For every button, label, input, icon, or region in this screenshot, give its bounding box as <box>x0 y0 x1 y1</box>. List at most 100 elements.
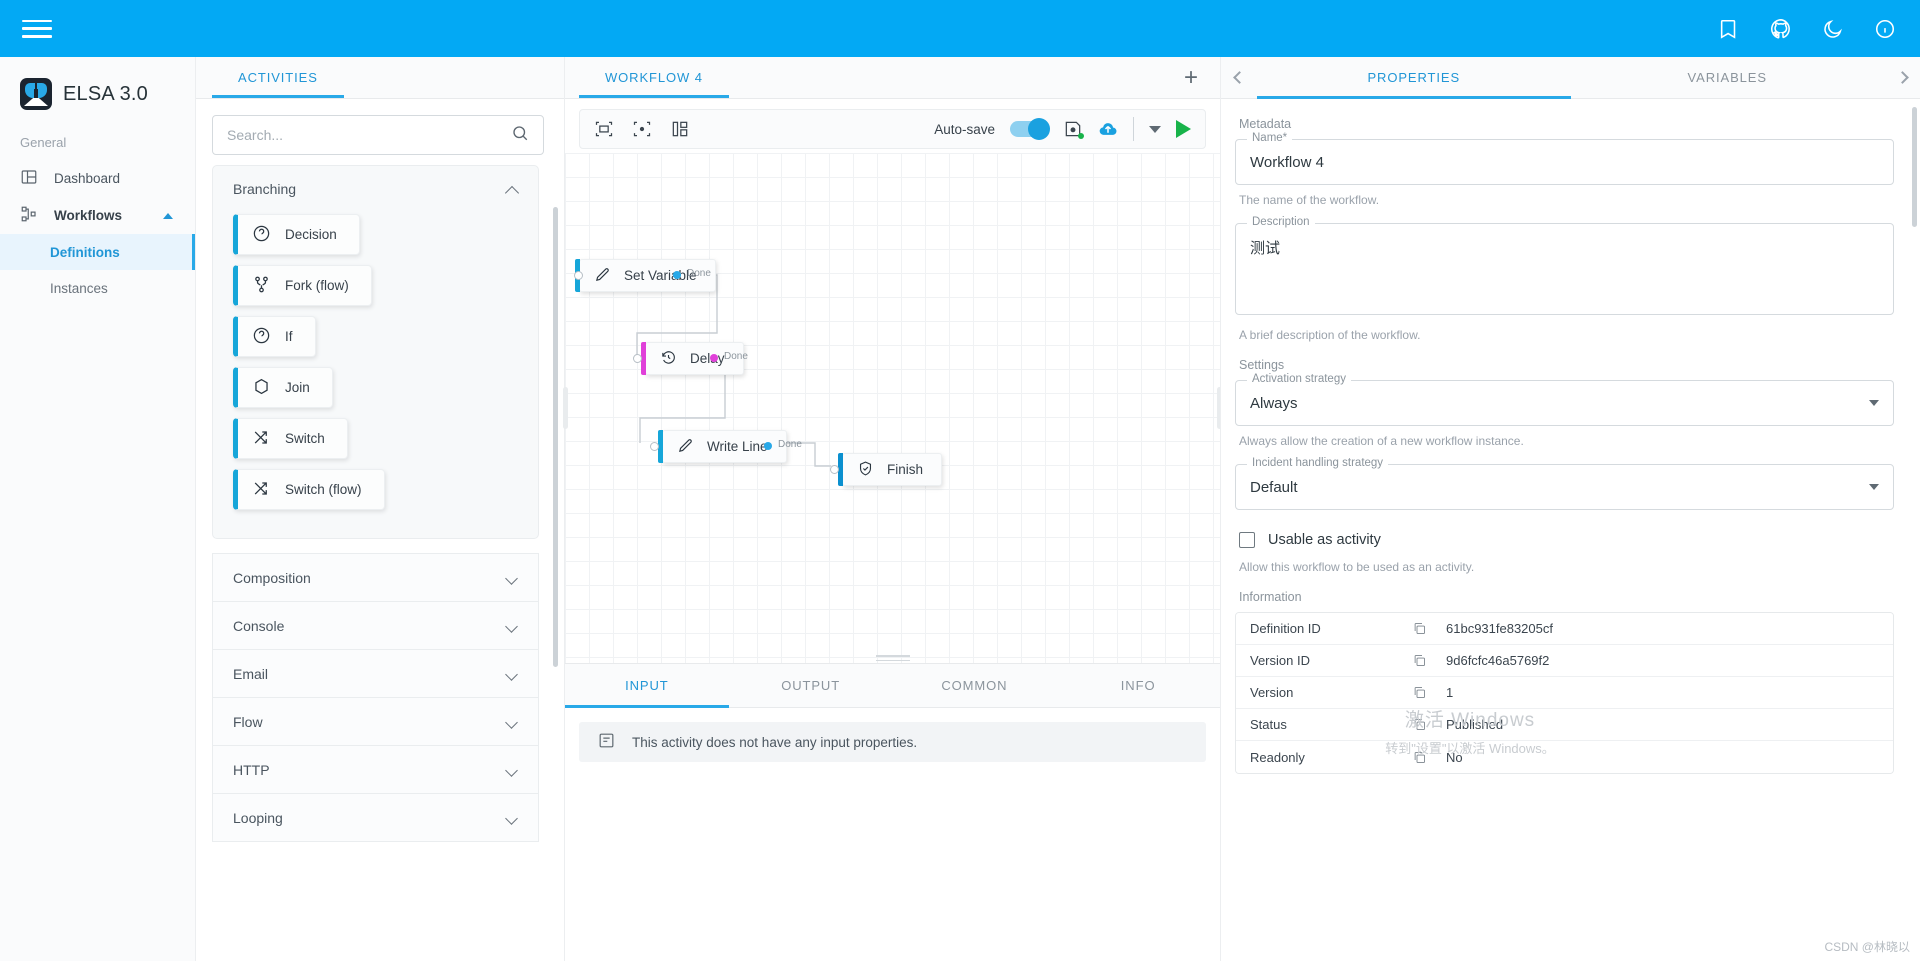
workflow-node-finish[interactable]: Finish <box>842 453 942 486</box>
activity-group-header[interactable]: HTTP <box>213 746 538 793</box>
copy-icon[interactable] <box>1412 750 1446 765</box>
activity-group-title: Email <box>233 666 268 682</box>
search-box[interactable] <box>212 115 544 155</box>
copy-icon[interactable] <box>1412 653 1446 668</box>
chevron-down-icon[interactable] <box>1869 400 1879 406</box>
node-output-port[interactable] <box>710 354 718 362</box>
question-circle-icon <box>252 326 271 348</box>
hamburger-menu-icon[interactable] <box>22 18 52 40</box>
chevron-down-icon[interactable] <box>507 670 520 678</box>
tab-common[interactable]: COMMON <box>893 664 1057 707</box>
activity-group-header[interactable]: Email <box>213 650 538 697</box>
sidebar-item-workflows[interactable]: Workflows <box>0 197 195 234</box>
chevron-down-icon[interactable] <box>507 766 520 774</box>
workflow-description-input[interactable] <box>1235 223 1894 315</box>
activity-card-fork-flow[interactable]: Fork (flow) <box>233 265 372 306</box>
zoom-to-fit-icon[interactable] <box>632 119 652 139</box>
activity-card-decision[interactable]: Decision <box>233 214 360 255</box>
properties-scrollbar[interactable] <box>1912 107 1917 227</box>
activation-strategy-field: Activation strategy Always <box>1235 380 1894 426</box>
activity-group-header[interactable]: Console <box>213 602 538 649</box>
activity-card-label: If <box>285 329 293 344</box>
workflow-name-input[interactable] <box>1235 139 1894 185</box>
node-input-port[interactable] <box>650 442 659 451</box>
activity-card-join[interactable]: Join <box>233 367 333 408</box>
activity-card-if[interactable]: If <box>233 316 316 357</box>
tab-variables[interactable]: VARIABLES <box>1571 57 1885 99</box>
activity-group-header[interactable]: Composition <box>213 554 538 601</box>
activity-group-branching: Branching Decision Fork (flow) <box>212 165 539 539</box>
elsa-logo-icon <box>20 78 52 110</box>
autosave-toggle[interactable] <box>1010 121 1048 137</box>
chevron-down-icon[interactable] <box>507 622 520 630</box>
info-key: Readonly <box>1236 750 1412 765</box>
workflow-node-label: Finish <box>887 462 923 477</box>
shuffle-icon <box>252 428 271 450</box>
sidebar-item-dashboard[interactable]: Dashboard <box>0 160 195 197</box>
copy-icon[interactable] <box>1412 717 1446 732</box>
cloud-upload-icon[interactable] <box>1098 119 1118 139</box>
activity-card-switch[interactable]: Switch <box>233 418 348 459</box>
workflow-canvas[interactable]: Set Variable Done Delay Done Write Line … <box>565 153 1220 663</box>
top-app-bar <box>0 0 1920 57</box>
chevron-down-icon[interactable] <box>507 814 520 822</box>
usable-as-activity-checkbox[interactable] <box>1239 532 1255 548</box>
tab-activities[interactable]: ACTIVITIES <box>212 57 344 98</box>
tab-properties[interactable]: PROPERTIES <box>1257 57 1571 99</box>
chevron-down-icon[interactable] <box>1869 484 1879 490</box>
tab-info[interactable]: INFO <box>1056 664 1220 707</box>
canvas-resize-handle[interactable] <box>876 655 910 661</box>
align-icon[interactable] <box>670 119 690 139</box>
activities-scroll-area[interactable]: Branching Decision Fork (flow) <box>196 165 565 961</box>
node-output-port[interactable] <box>764 442 772 450</box>
github-icon[interactable] <box>1768 16 1794 42</box>
tab-input[interactable]: INPUT <box>565 664 729 707</box>
app-bar-right <box>1716 16 1898 42</box>
search-input[interactable] <box>227 127 511 143</box>
run-workflow-button[interactable] <box>1176 120 1191 138</box>
moon-icon[interactable] <box>1820 16 1846 42</box>
search-icon[interactable] <box>511 124 529 147</box>
save-icon[interactable] <box>1063 119 1083 139</box>
usable-as-activity-row[interactable]: Usable as activity <box>1239 532 1894 548</box>
activities-tabstrip: ACTIVITIES <box>196 57 564 99</box>
activity-group-header[interactable]: Looping <box>213 794 538 841</box>
canvas-left-splitter[interactable] <box>563 387 568 429</box>
add-workflow-tab-button[interactable]: + <box>1176 63 1206 93</box>
properties-tabstrip: PROPERTIES VARIABLES <box>1221 57 1920 99</box>
copy-icon[interactable] <box>1412 685 1446 700</box>
activity-card-switch-flow[interactable]: Switch (flow) <box>233 469 385 510</box>
incident-strategy-select[interactable]: Default <box>1235 464 1894 510</box>
copy-icon[interactable] <box>1412 621 1446 636</box>
activity-card-label: Switch <box>285 431 325 446</box>
table-row: Version ID 9d6fcfc46a5769f2 <box>1236 645 1893 677</box>
properties-body: Metadata Name* The name of the workflow.… <box>1221 99 1920 961</box>
sidebar-item-instances[interactable]: Instances <box>0 270 195 306</box>
info-icon[interactable] <box>1872 16 1898 42</box>
shuffle-icon <box>252 479 271 501</box>
book-icon[interactable] <box>1716 16 1742 42</box>
node-output-port[interactable] <box>673 271 681 279</box>
credit-watermark: CSDN @林晓以 <box>1824 938 1910 955</box>
clock-rotate-icon <box>660 349 677 369</box>
usable-as-activity-hint: Allow this workflow to be used as an act… <box>1239 560 1894 574</box>
chevron-down-icon[interactable] <box>507 718 520 726</box>
node-input-port[interactable] <box>830 465 839 474</box>
tab-workflow-4[interactable]: WORKFLOW 4 <box>579 57 729 98</box>
auto-layout-icon[interactable] <box>594 119 614 139</box>
activity-group-header[interactable]: Branching <box>213 166 538 212</box>
sidebar-item-definitions[interactable]: Definitions <box>0 234 195 270</box>
chevron-up-icon[interactable] <box>507 185 520 193</box>
workflow-name-hint: The name of the workflow. <box>1239 193 1894 207</box>
chevron-left-icon[interactable] <box>1221 57 1257 99</box>
activation-strategy-select[interactable]: Always <box>1235 380 1894 426</box>
node-input-port[interactable] <box>633 354 642 363</box>
tab-output[interactable]: OUTPUT <box>729 664 893 707</box>
activities-scrollbar[interactable] <box>553 207 558 667</box>
chevron-down-icon[interactable] <box>1149 126 1161 133</box>
node-input-port[interactable] <box>574 271 583 280</box>
activity-group-header[interactable]: Flow <box>213 698 538 745</box>
chevron-right-icon[interactable] <box>1884 57 1920 99</box>
chevron-down-icon[interactable] <box>507 574 520 582</box>
pencil-icon <box>677 437 694 457</box>
